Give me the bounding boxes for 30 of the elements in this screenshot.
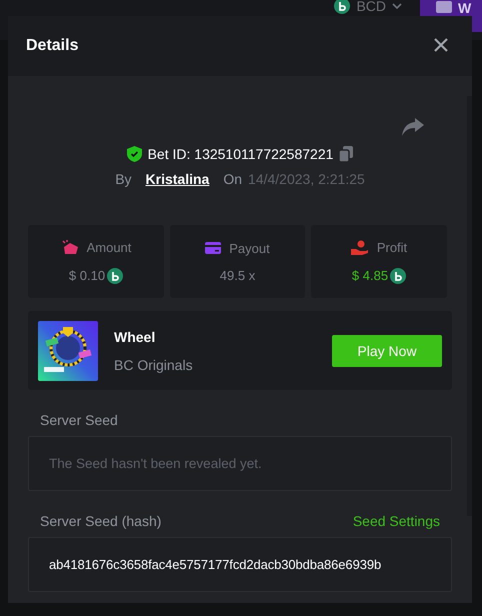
coin-icon [334, 0, 350, 14]
stat-label: Profit [376, 240, 408, 255]
close-button[interactable] [434, 38, 450, 54]
dialog-title: Details [26, 37, 78, 55]
currency-label: BCD [356, 0, 386, 14]
seed-message: The Seed hasn't been revealed yet. [49, 456, 262, 471]
chevron-down-icon [392, 3, 402, 9]
tag-icon [60, 240, 79, 256]
hand-coin-icon [350, 240, 369, 256]
field-label: Server Seed (hash) [40, 513, 162, 529]
stat-label: Payout [229, 240, 270, 256]
shield-check-icon [126, 146, 142, 162]
stat-value: 49.5 x [220, 268, 256, 282]
copy-icon[interactable] [339, 146, 354, 162]
bet-date: 14/4/2023, 2:21:25 [248, 171, 365, 187]
game-provider: BC Originals [114, 356, 193, 372]
seed-settings-link[interactable]: Seed Settings [352, 513, 440, 529]
stat-value: $ 0.10 [68, 268, 106, 283]
player-link[interactable]: Kristalina [146, 171, 210, 187]
by-label: By [115, 171, 132, 187]
hash-value: ab4181676c3658fac4e5757177fcd2dacb30bdba86e6939b [49, 557, 382, 572]
stat-value: $ 4.85 [352, 268, 388, 283]
field-label: Server Seed [40, 412, 118, 428]
on-label: On [223, 171, 242, 187]
stat-label: Amount [86, 240, 132, 255]
share-icon[interactable] [402, 118, 424, 136]
game-name: Wheel [114, 328, 156, 344]
bet-id: Bet ID: 132510117722587221 [148, 146, 334, 162]
coin-icon [390, 268, 406, 284]
coin-icon [107, 268, 124, 284]
